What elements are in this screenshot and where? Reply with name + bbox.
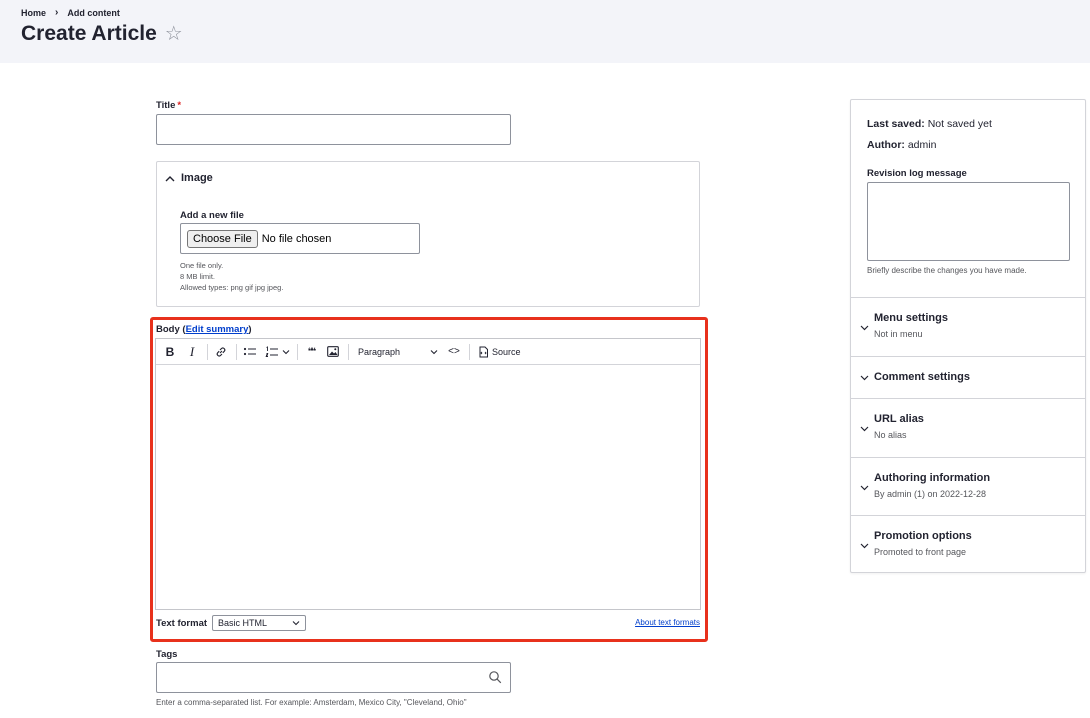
body-label-text: Body: [156, 324, 180, 335]
chevron-down-icon: [860, 325, 869, 331]
tags-input[interactable]: [156, 662, 511, 693]
bulleted-list-button[interactable]: [240, 342, 260, 362]
bold-button[interactable]: B: [160, 342, 180, 362]
menu-settings-section[interactable]: Menu settings Not in menu: [851, 297, 1085, 356]
add-file-label: Add a new file: [180, 210, 244, 221]
promotion-options-section[interactable]: Promotion options Promoted to front page: [851, 515, 1085, 573]
search-icon: [489, 671, 502, 684]
last-saved-label: Last saved:: [867, 118, 925, 130]
body-editor: B I ❝❝ Paragraph <> Source: [155, 338, 701, 610]
breadcrumb-separator: ›: [55, 7, 59, 18]
tags-label: Tags: [156, 649, 178, 660]
source-button[interactable]: Source: [473, 342, 525, 362]
authoring-information-subtitle: By admin (1) on 2022-12-28: [874, 489, 987, 499]
chevron-down-icon: [860, 375, 869, 381]
file-help: One file only. 8 MB limit. Allowed types…: [180, 260, 283, 293]
body-label: Body (Edit summary): [156, 324, 252, 335]
file-help-line: 8 MB limit.: [180, 272, 216, 281]
breadcrumb-current[interactable]: Add content: [67, 8, 120, 18]
toolbar-divider: [348, 343, 349, 360]
chevron-down-icon: [282, 349, 289, 354]
revision-log-textarea[interactable]: [867, 182, 1070, 261]
source-icon: [479, 346, 488, 357]
image-summary-toggle[interactable]: Image: [165, 172, 213, 184]
authoring-information-section[interactable]: Authoring information By admin (1) on 20…: [851, 457, 1085, 515]
chevron-down-icon: [860, 426, 869, 432]
numbered-list-icon: [264, 345, 278, 357]
author-value: admin: [907, 139, 937, 151]
last-saved-value: Not saved yet: [927, 118, 992, 130]
breadcrumb: Home › Add content: [21, 7, 120, 18]
text-format-label: Text format: [156, 617, 208, 629]
promotion-options-title: Promotion options: [874, 530, 972, 542]
chevron-down-icon: [292, 621, 300, 626]
promotion-options-subtitle: Promoted to front page: [874, 547, 967, 557]
author: Author: admin: [867, 139, 936, 151]
meta-sidebar: Last saved: Not saved yet Author: admin …: [850, 99, 1086, 573]
text-format-row: Text format Basic HTML About text format…: [156, 615, 700, 631]
heading-dropdown[interactable]: Paragraph: [352, 342, 442, 362]
choose-file-button[interactable]: Choose File: [187, 229, 258, 248]
image-icon: [327, 346, 339, 357]
edit-summary-link[interactable]: Edit summary: [186, 324, 249, 335]
toolbar-divider: [469, 343, 470, 360]
blockquote-button[interactable]: ❝❝: [301, 342, 321, 362]
heading-dropdown-value: Paragraph: [358, 346, 401, 357]
title-input[interactable]: [156, 114, 511, 145]
chevron-down-icon: [860, 543, 869, 549]
editor-content-area[interactable]: [156, 365, 700, 609]
url-alias-section[interactable]: URL alias No alias: [851, 398, 1085, 457]
required-marker: *: [177, 100, 182, 111]
about-text-formats-link[interactable]: About text formats: [635, 618, 700, 627]
page-title-row: Create Article ☆: [21, 21, 183, 46]
chevron-up-icon: [165, 175, 175, 181]
link-icon: [216, 346, 226, 357]
title-label-text: Title: [156, 100, 176, 111]
tags-help: Enter a comma-separated list. For exampl…: [156, 698, 467, 707]
numbered-list-button[interactable]: [262, 342, 292, 362]
title-label: Title *: [156, 100, 181, 111]
link-button[interactable]: [211, 342, 231, 362]
menu-settings-title: Menu settings: [874, 312, 948, 324]
toolbar-divider: [236, 343, 237, 360]
image-button[interactable]: [323, 342, 343, 362]
comment-settings-section[interactable]: Comment settings: [851, 356, 1085, 398]
toolbar-divider: [207, 343, 208, 360]
authoring-information-title: Authoring information: [874, 472, 991, 484]
author-label: Author:: [867, 139, 905, 151]
text-format-value: Basic HTML: [218, 618, 268, 628]
page-title: Create Article: [21, 21, 157, 45]
star-icon[interactable]: ☆: [165, 21, 183, 46]
comment-settings-title: Comment settings: [874, 371, 970, 383]
menu-settings-subtitle: Not in menu: [874, 329, 923, 339]
file-help-line: Allowed types: png gif jpg jpeg.: [180, 283, 284, 292]
italic-button[interactable]: I: [182, 342, 202, 362]
source-button-label: Source: [492, 346, 521, 357]
url-alias-subtitle: No alias: [874, 430, 907, 440]
text-format-select[interactable]: Basic HTML: [212, 615, 307, 631]
last-saved: Last saved: Not saved yet: [867, 118, 992, 130]
chevron-down-icon: [860, 485, 869, 491]
breadcrumb-home-link[interactable]: Home: [21, 8, 46, 18]
code-button[interactable]: <>: [444, 342, 464, 362]
revision-log-label: Revision log message: [867, 168, 967, 179]
chevron-down-icon: [430, 349, 438, 354]
url-alias-title: URL alias: [874, 413, 924, 425]
image-summary-label: Image: [181, 172, 213, 184]
page-header: Home › Add content Create Article ☆: [0, 0, 1090, 63]
image-panel: Image Add a new file Choose File No file…: [156, 161, 700, 307]
editor-toolbar: B I ❝❝ Paragraph <> Source: [156, 339, 700, 365]
file-input[interactable]: Choose File No file chosen: [180, 223, 420, 254]
toolbar-divider: [297, 343, 298, 360]
bulleted-list-icon: [243, 347, 256, 355]
revision-log-help: Briefly describe the changes you have ma…: [867, 266, 1027, 275]
no-file-text: No file chosen: [261, 232, 332, 245]
file-help-line: One file only.: [180, 261, 224, 270]
